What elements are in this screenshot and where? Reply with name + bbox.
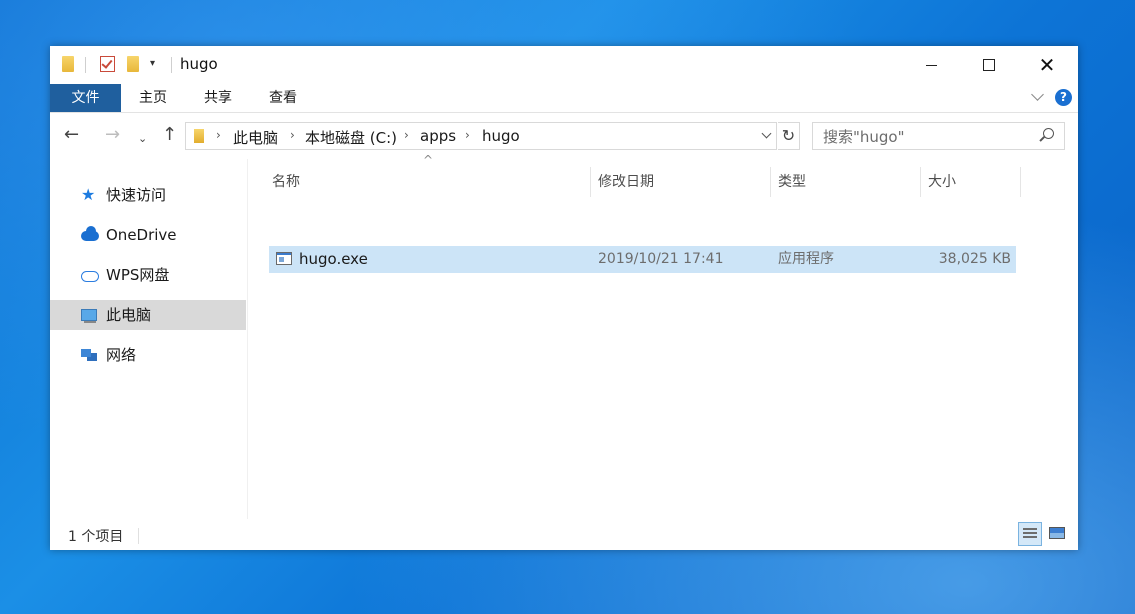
toolbar-separator	[171, 57, 172, 73]
column-header-modified[interactable]: 修改日期	[598, 167, 770, 197]
status-separator	[138, 528, 139, 544]
customize-toolbar-dropdown-icon[interactable]: ▾	[150, 58, 155, 69]
exe-icon	[276, 252, 292, 265]
tab-view[interactable]: 查看	[259, 84, 307, 112]
file-modified-date: 2019/10/21 17:41	[598, 251, 724, 267]
close-button[interactable]: ✕	[1018, 46, 1076, 84]
toolbar-separator	[85, 57, 86, 73]
column-divider[interactable]	[1020, 167, 1021, 197]
sidebar-item-quick-access[interactable]: ★ 快速访问	[50, 180, 246, 210]
breadcrumb-separator[interactable]: ›	[404, 128, 409, 142]
network-icon	[81, 347, 98, 363]
status-bar: 1 个项目	[50, 520, 1078, 550]
breadcrumb-separator[interactable]: ›	[216, 128, 221, 142]
sidebar-item-label: OneDrive	[106, 226, 177, 244]
breadcrumb-separator[interactable]: ›	[290, 128, 295, 142]
tab-file[interactable]: 文件	[50, 84, 121, 112]
star-icon: ★	[81, 185, 96, 204]
sidebar-item-network[interactable]: 网络	[50, 340, 246, 370]
folder-icon	[62, 56, 74, 72]
details-view-button[interactable]	[1018, 522, 1042, 546]
column-header-size[interactable]: 大小	[928, 167, 1020, 197]
item-count: 1 个项目	[68, 529, 124, 545]
sidebar-item-this-pc[interactable]: 此电脑	[50, 300, 246, 330]
breadcrumb-separator[interactable]: ›	[465, 128, 470, 142]
sidebar-item-label: 快速访问	[106, 186, 167, 204]
help-icon[interactable]: ?	[1055, 89, 1072, 106]
up-button[interactable]: ↑	[162, 126, 177, 144]
back-button[interactable]: ←	[64, 126, 79, 144]
file-list: ^ 名称 修改日期 类型 大小 hugo.exe 2019/10/21 17:4…	[268, 153, 1078, 519]
column-divider[interactable]	[770, 167, 771, 197]
sidebar-item-label: WPS网盘	[106, 266, 170, 284]
search-input[interactable]	[821, 126, 1035, 148]
breadcrumb-this-pc[interactable]: 此电脑	[233, 127, 278, 148]
expand-ribbon-chevron-icon[interactable]	[1031, 88, 1044, 101]
computer-icon	[81, 307, 98, 323]
sidebar-item-label: 网络	[106, 346, 137, 364]
column-header-name[interactable]: 名称	[272, 167, 590, 197]
wps-cloud-icon	[81, 267, 99, 283]
sidebar-item-wps-drive[interactable]: WPS网盘	[50, 260, 246, 290]
minimize-icon	[925, 64, 937, 66]
maximize-icon	[983, 59, 995, 71]
title-bar: ▾ hugo ✕	[50, 46, 1078, 84]
minimize-button[interactable]	[902, 46, 960, 84]
properties-icon[interactable]	[100, 56, 115, 72]
cloud-icon	[81, 226, 99, 243]
window-title: hugo	[180, 55, 218, 73]
recent-locations-dropdown[interactable]: ⌄	[138, 130, 147, 148]
file-size: 38,025 KB	[938, 251, 1011, 267]
file-name: hugo.exe	[299, 250, 368, 268]
column-divider[interactable]	[920, 167, 921, 197]
ribbon-tabs: 文件 主页 共享 查看 ?	[50, 84, 1078, 113]
file-type: 应用程序	[778, 251, 834, 267]
refresh-button[interactable]: ↻	[778, 122, 800, 150]
breadcrumb-hugo[interactable]: hugo	[482, 127, 520, 145]
tab-home[interactable]: 主页	[129, 84, 177, 112]
close-icon: ✕	[1038, 53, 1056, 77]
column-divider[interactable]	[590, 167, 591, 197]
large-icons-view-button[interactable]	[1046, 522, 1070, 546]
file-row[interactable]: hugo.exe 2019/10/21 17:41 应用程序 38,025 KB	[269, 246, 1016, 273]
maximize-button[interactable]	[960, 46, 1018, 84]
folder-icon	[194, 129, 204, 143]
search-icon[interactable]	[1043, 128, 1054, 139]
sidebar-item-label: 此电脑	[106, 306, 152, 324]
column-header-type[interactable]: 类型	[778, 167, 920, 197]
navigation-pane: ★ 快速访问 OneDrive WPS网盘 此电脑 网络	[50, 159, 248, 519]
tab-share[interactable]: 共享	[194, 84, 242, 112]
sort-ascending-icon: ^	[423, 153, 434, 167]
sidebar-item-onedrive[interactable]: OneDrive	[50, 220, 246, 250]
breadcrumb-apps[interactable]: apps	[420, 127, 456, 145]
search-box[interactable]	[812, 122, 1065, 150]
pane-divider[interactable]	[247, 159, 248, 519]
breadcrumb-local-disk[interactable]: 本地磁盘 (C:)	[305, 127, 397, 148]
new-folder-icon[interactable]	[127, 56, 139, 72]
navigation-bar: ← → ⌄ ↑ › 此电脑 › 本地磁盘 (C:) › apps › hugo …	[50, 113, 1078, 159]
address-dropdown-chevron-icon[interactable]	[757, 123, 777, 149]
file-explorer-window: ▾ hugo ✕ 文件 主页 共享 查看 ? ← → ⌄ ↑ › 此电脑 › 本…	[50, 46, 1078, 550]
address-bar[interactable]: › 此电脑 › 本地磁盘 (C:) › apps › hugo	[185, 122, 777, 150]
forward-button[interactable]: →	[105, 126, 120, 144]
